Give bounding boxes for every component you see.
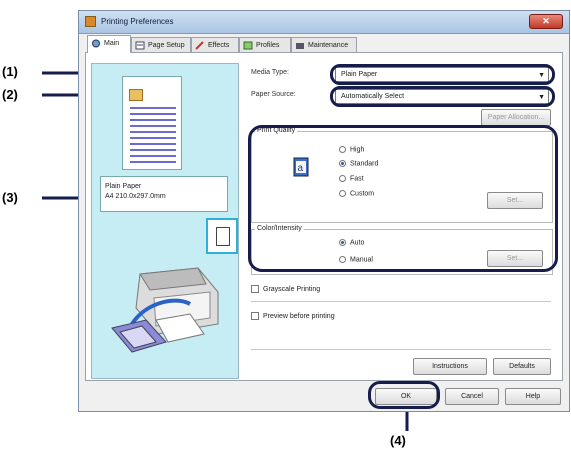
paper-info-box: Plain Paper A4 210.0x297.0mm	[100, 176, 228, 212]
callout-3: (3)	[2, 190, 18, 205]
tab-maintenance-label: Maintenance	[308, 42, 349, 49]
tab-page-setup-label: Page Setup	[148, 42, 185, 49]
preview-paper-size: A4 210.0x297.0mm	[105, 193, 166, 200]
callout-1-highlight	[330, 64, 555, 85]
tab-main-label: Main	[104, 40, 120, 47]
document-preview	[122, 76, 182, 170]
callout-2: (2)	[2, 87, 18, 102]
preview-before-printing-label: Preview before printing	[263, 312, 335, 320]
help-button[interactable]: Help	[505, 388, 561, 405]
maintenance-icon	[296, 43, 304, 49]
separator	[251, 349, 551, 350]
page-setup-icon	[135, 41, 145, 50]
document-image-icon	[129, 89, 143, 101]
title-bar[interactable]: Printing Preferences ✕	[79, 11, 569, 34]
defaults-button[interactable]: Defaults	[493, 358, 551, 375]
tab-effects-label: Effects	[208, 42, 230, 49]
media-type-label: Media Type:	[251, 69, 290, 76]
preview-before-printing-checkbox[interactable]: Preview before printing	[251, 312, 335, 320]
printer-icon	[85, 16, 96, 27]
tab-profiles[interactable]: Profiles	[239, 37, 291, 53]
separator	[251, 301, 551, 302]
close-button[interactable]: ✕	[529, 14, 563, 29]
preview-paper-name: Plain Paper	[105, 183, 142, 190]
tab-main[interactable]: Main	[87, 35, 131, 53]
callout-2-highlight	[330, 86, 555, 107]
tab-effects[interactable]: Effects	[191, 37, 239, 53]
paper-source-label: Paper Source:	[251, 91, 296, 98]
paper-orientation-icon	[206, 218, 238, 254]
effects-icon	[195, 41, 204, 50]
profiles-icon	[243, 41, 253, 50]
tab-maintenance[interactable]: Maintenance	[291, 37, 357, 53]
tab-profiles-label: Profiles	[256, 42, 280, 49]
preview-pane: Plain Paper A4 210.0x297.0mm	[91, 63, 239, 379]
printer-illustration-icon	[111, 267, 219, 353]
main-icon	[92, 39, 100, 48]
tab-page-setup[interactable]: Page Setup	[131, 37, 191, 53]
window-title: Printing Preferences	[101, 17, 174, 26]
grayscale-printing-checkbox[interactable]: Grayscale Printing	[251, 285, 320, 293]
callout-4: (4)	[390, 433, 406, 448]
instructions-button[interactable]: Instructions	[413, 358, 487, 375]
paper-allocation-button[interactable]: Paper Allocation...	[481, 109, 551, 126]
grayscale-printing-label: Grayscale Printing	[263, 285, 321, 293]
callout-3-highlight	[248, 125, 558, 272]
cancel-button[interactable]: Cancel	[445, 388, 499, 405]
callout-1: (1)	[2, 64, 18, 79]
callout-4-highlight	[368, 381, 440, 409]
